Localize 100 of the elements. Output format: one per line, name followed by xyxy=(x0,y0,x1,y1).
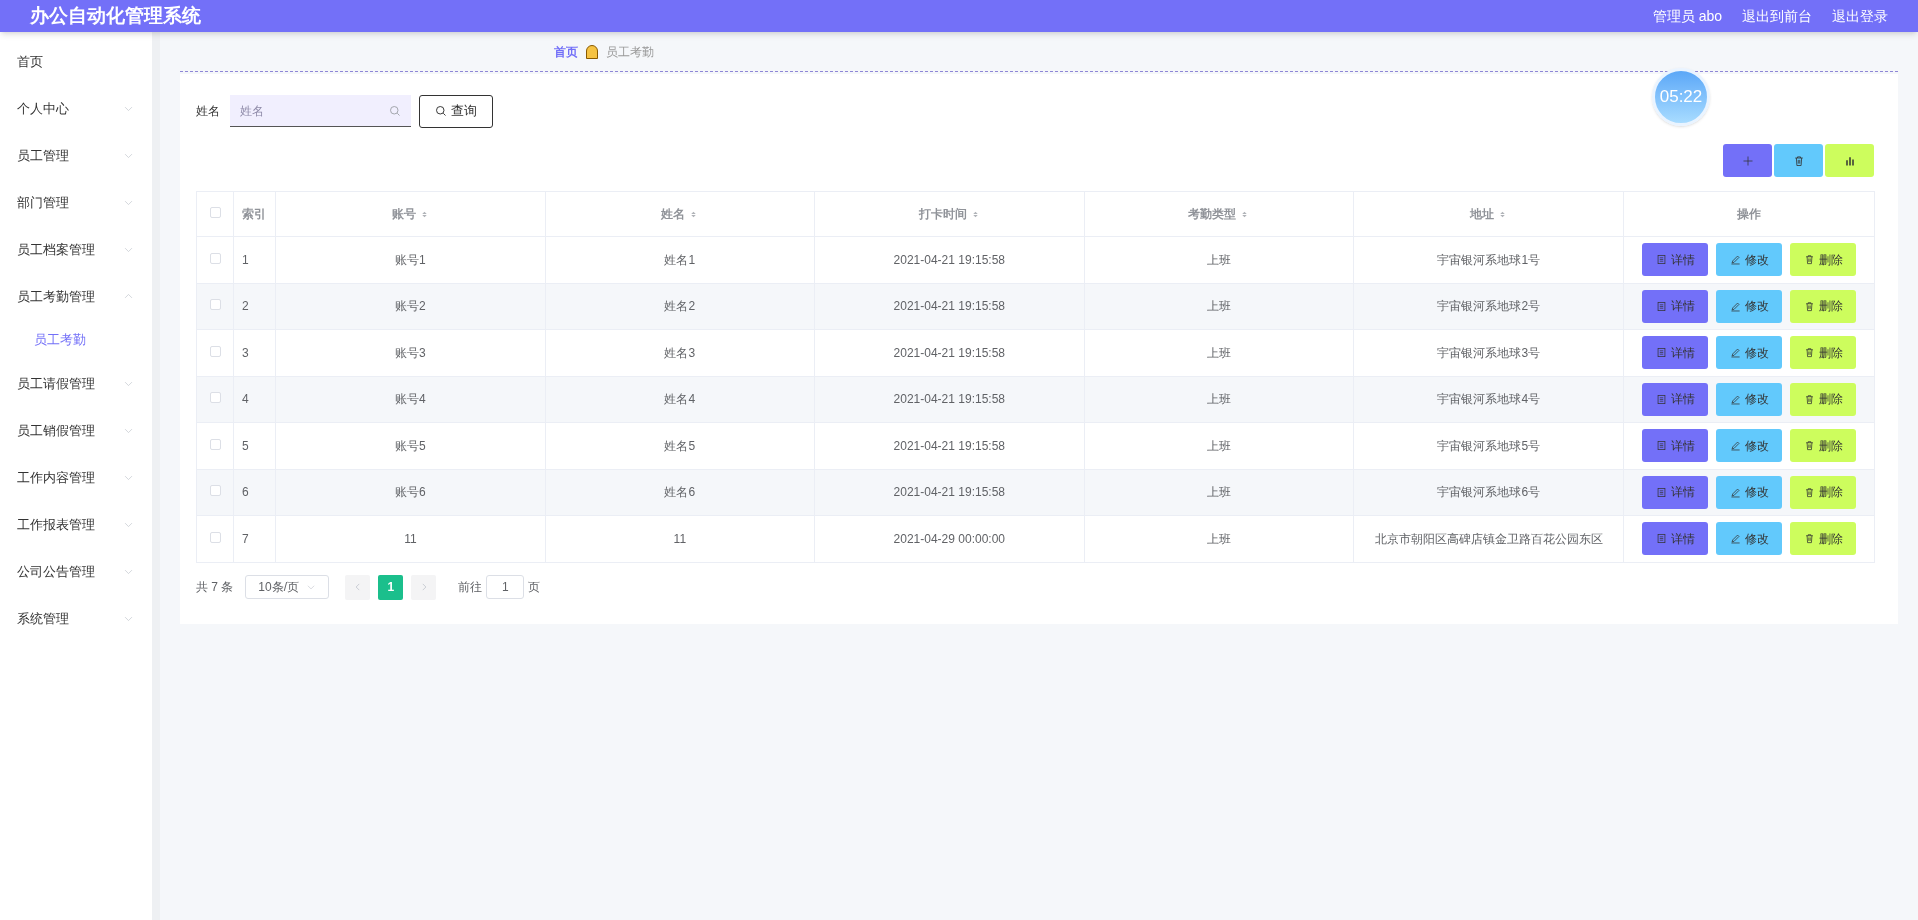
delete-button[interactable]: 删除 xyxy=(1790,522,1857,556)
sidebar-item[interactable]: 个人中心 xyxy=(0,85,152,132)
trash-icon xyxy=(1803,393,1815,405)
search-icon xyxy=(435,105,447,117)
row-checkbox[interactable] xyxy=(209,485,221,497)
edit-button[interactable]: 修改 xyxy=(1716,289,1783,323)
row-checkbox[interactable] xyxy=(209,392,221,404)
delete-button[interactable]: 删除 xyxy=(1790,429,1857,463)
table-cell: 姓名1 xyxy=(664,252,696,267)
pencil-icon xyxy=(1729,533,1741,545)
sidebar-item[interactable]: 员工请假管理 xyxy=(0,360,152,407)
table-cell: 姓名4 xyxy=(664,392,696,407)
table-cell: 5 xyxy=(242,438,249,453)
row-checkbox[interactable] xyxy=(209,345,221,357)
table-cell: 宇宙银河系地球2号 xyxy=(1437,299,1541,314)
pencil-icon xyxy=(1729,486,1741,498)
trash-icon xyxy=(1803,347,1815,359)
chevron-icon xyxy=(306,582,317,592)
table-cell: 账号6 xyxy=(395,485,426,500)
page-size-select[interactable]: 10条/页 xyxy=(245,575,330,599)
table-cell: 账号3 xyxy=(395,345,426,360)
goto-suffix: 页 xyxy=(528,579,541,596)
header-link[interactable]: 退出到前台 xyxy=(1742,5,1812,27)
trash-icon xyxy=(1803,300,1815,312)
trash-icon xyxy=(1792,154,1805,167)
sidebar-item[interactable]: 员工考勤管理 xyxy=(0,273,152,320)
row-checkbox[interactable] xyxy=(209,252,221,264)
delete-button[interactable]: 删除 xyxy=(1790,243,1857,277)
table-cell: 4 xyxy=(242,392,249,407)
table-cell: 2021-04-29 00:00:00 xyxy=(893,531,1005,546)
sidebar-item-label: 员工档案管理 xyxy=(17,240,95,259)
search-field[interactable]: 姓名 xyxy=(230,95,411,127)
edit-button[interactable]: 修改 xyxy=(1716,382,1783,416)
table-cell: 上班 xyxy=(1206,485,1231,500)
document-icon xyxy=(1655,300,1667,312)
document-icon xyxy=(1655,440,1667,452)
document-icon xyxy=(1655,486,1667,498)
table-cell: 宇宙银河系地球1号 xyxy=(1437,252,1541,267)
select-all-checkbox[interactable] xyxy=(209,207,221,218)
search-button[interactable]: 查询 xyxy=(419,94,493,128)
row-checkbox[interactable] xyxy=(209,299,221,311)
sidebar-item-label: 首页 xyxy=(17,52,43,71)
add-button[interactable] xyxy=(1723,144,1772,177)
sidebar-item-label: 公司公告管理 xyxy=(17,562,95,581)
sidebar-item[interactable]: 部门管理 xyxy=(0,179,152,226)
table-cell: 北京市朝阳区高碑店镇金卫路百花公园东区 xyxy=(1374,531,1603,546)
sidebar-item-label: 员工管理 xyxy=(17,146,69,165)
previous-page-button[interactable] xyxy=(345,574,371,600)
sidebar-item[interactable]: 工作报表管理 xyxy=(0,501,152,548)
row-checkbox[interactable] xyxy=(209,438,221,450)
edit-button[interactable]: 修改 xyxy=(1716,429,1783,463)
sidebar-item-label: 员工销假管理 xyxy=(17,421,95,440)
chart-button[interactable] xyxy=(1825,144,1874,177)
bar-chart-icon xyxy=(1843,154,1856,167)
sidebar-item-label: 员工请假管理 xyxy=(17,374,95,393)
next-page-button[interactable] xyxy=(411,574,437,600)
delete-button[interactable]: 删除 xyxy=(1790,382,1857,416)
table-cell: 11 xyxy=(404,531,417,546)
pencil-icon xyxy=(1729,300,1741,312)
edit-button[interactable]: 修改 xyxy=(1716,243,1783,277)
table-cell: 宇宙银河系地球4号 xyxy=(1437,392,1541,407)
goto-page-field[interactable]: 1 xyxy=(486,575,525,599)
sidebar-item[interactable]: 首页 xyxy=(0,38,152,85)
table-cell: 2021-04-21 19:15:58 xyxy=(893,485,1005,500)
sidebar-item[interactable]: 公司公告管理 xyxy=(0,548,152,595)
table-cell: 2021-04-21 19:15:58 xyxy=(893,252,1005,267)
table-cell: 上班 xyxy=(1206,438,1231,453)
table-cell: 1 xyxy=(242,252,249,267)
pencil-icon xyxy=(1729,440,1741,452)
table-cell: 宇宙银河系地球5号 xyxy=(1437,438,1541,453)
app-title: 办公自动化管理系统 xyxy=(30,3,201,28)
table-cell: 账号1 xyxy=(395,252,426,267)
pencil-icon xyxy=(1729,393,1741,405)
sidebar-item[interactable]: 工作内容管理 xyxy=(0,454,152,501)
sidebar-item[interactable]: 员工销假管理 xyxy=(0,407,152,454)
sidebar-subitem[interactable]: 员工考勤 xyxy=(0,320,152,360)
table-cell: 姓名5 xyxy=(664,438,696,453)
document-icon xyxy=(1655,393,1667,405)
row-checkbox[interactable] xyxy=(209,531,221,543)
table-cell: 2 xyxy=(242,299,249,314)
delete-button[interactable]: 删除 xyxy=(1790,289,1857,323)
table-cell: 2021-04-21 19:15:58 xyxy=(893,392,1005,407)
sidebar-item-label: 部门管理 xyxy=(17,193,69,212)
sidebar-item[interactable]: 员工档案管理 xyxy=(0,226,152,273)
breadcrumb-link[interactable]: 首页 xyxy=(554,42,578,61)
sidebar-item-label: 员工考勤管理 xyxy=(17,287,95,306)
delete-button[interactable]: 删除 xyxy=(1790,475,1857,509)
sidebar-item[interactable]: 员工管理 xyxy=(0,132,152,179)
edit-button[interactable]: 修改 xyxy=(1716,336,1783,370)
header-link[interactable]: 退出登录 xyxy=(1832,5,1888,27)
edit-button[interactable]: 修改 xyxy=(1716,475,1783,509)
edit-button[interactable]: 修改 xyxy=(1716,522,1783,556)
table-cell: 上班 xyxy=(1206,345,1231,360)
header-link[interactable]: 管理员 abo xyxy=(1652,5,1722,27)
sidebar-item[interactable]: 系统管理 xyxy=(0,595,152,642)
delete-button[interactable]: 删除 xyxy=(1790,336,1857,370)
delete-button[interactable] xyxy=(1774,144,1823,177)
trash-icon xyxy=(1803,254,1815,266)
table-cell: 上班 xyxy=(1206,392,1231,407)
goto-label: 前往 xyxy=(458,579,483,596)
